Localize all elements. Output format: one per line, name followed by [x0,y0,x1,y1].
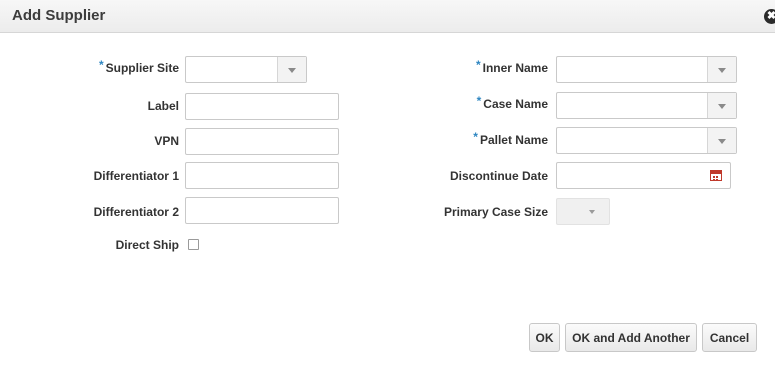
pallet-name-label-text: Pallet Name [479,133,548,147]
label-input[interactable] [185,93,339,120]
cancel-button[interactable]: Cancel [702,323,757,352]
chevron-down-icon [288,68,296,73]
close-icon[interactable]: ✖ [764,9,775,24]
inner-name-dropdown-button[interactable] [707,57,736,82]
inner-name-label-text: Inner Name [482,61,548,75]
supplier-site-label: * Supplier Site [60,58,179,75]
pallet-name-select[interactable] [556,127,737,154]
required-marker: * [98,58,104,72]
label-label: Label [147,99,179,113]
vpn-input[interactable] [185,128,339,155]
differentiator-1-input[interactable] [185,162,339,189]
case-name-select[interactable] [556,92,737,119]
discontinue-date-label: Discontinue Date [449,169,548,183]
chevron-down-icon [718,104,726,109]
case-name-dropdown-button[interactable] [707,93,736,118]
inner-name-label: * Inner Name [420,58,548,75]
dialog-titlebar: Add Supplier ✖ [0,0,775,33]
primary-case-size-select [556,198,610,225]
required-marker: * [473,130,478,144]
direct-ship-checkbox[interactable] [188,239,199,250]
add-supplier-dialog: Add Supplier ✖ * Supplier Site Label VPN … [0,0,775,368]
pallet-name-label: * Pallet Name [420,130,548,147]
ok-and-add-another-button[interactable]: OK and Add Another [565,323,697,352]
chevron-down-icon [718,68,726,73]
supplier-site-dropdown-button[interactable] [277,57,306,82]
supplier-site-select[interactable] [185,56,307,83]
case-name-label: * Case Name [420,94,548,111]
direct-ship-label: Direct Ship [115,238,179,252]
pallet-name-dropdown-button[interactable] [707,128,736,153]
case-name-label-text: Case Name [483,97,548,111]
dialog-title: Add Supplier [12,7,106,24]
ok-button[interactable]: OK [529,323,560,352]
vpn-label: VPN [154,134,179,148]
differentiator-1-label: Differentiator 1 [93,169,179,183]
supplier-site-label-text: Supplier Site [105,61,179,75]
primary-case-size-label: Primary Case Size [443,205,548,219]
calendar-icon[interactable] [710,170,722,181]
required-marker: * [476,94,482,108]
chevron-down-icon [718,139,726,144]
discontinue-date-input[interactable] [556,162,731,189]
differentiator-2-input[interactable] [185,197,339,224]
inner-name-select[interactable] [556,56,737,83]
differentiator-2-label: Differentiator 2 [93,205,179,219]
chevron-down-icon [589,210,595,214]
required-marker: * [475,58,481,72]
